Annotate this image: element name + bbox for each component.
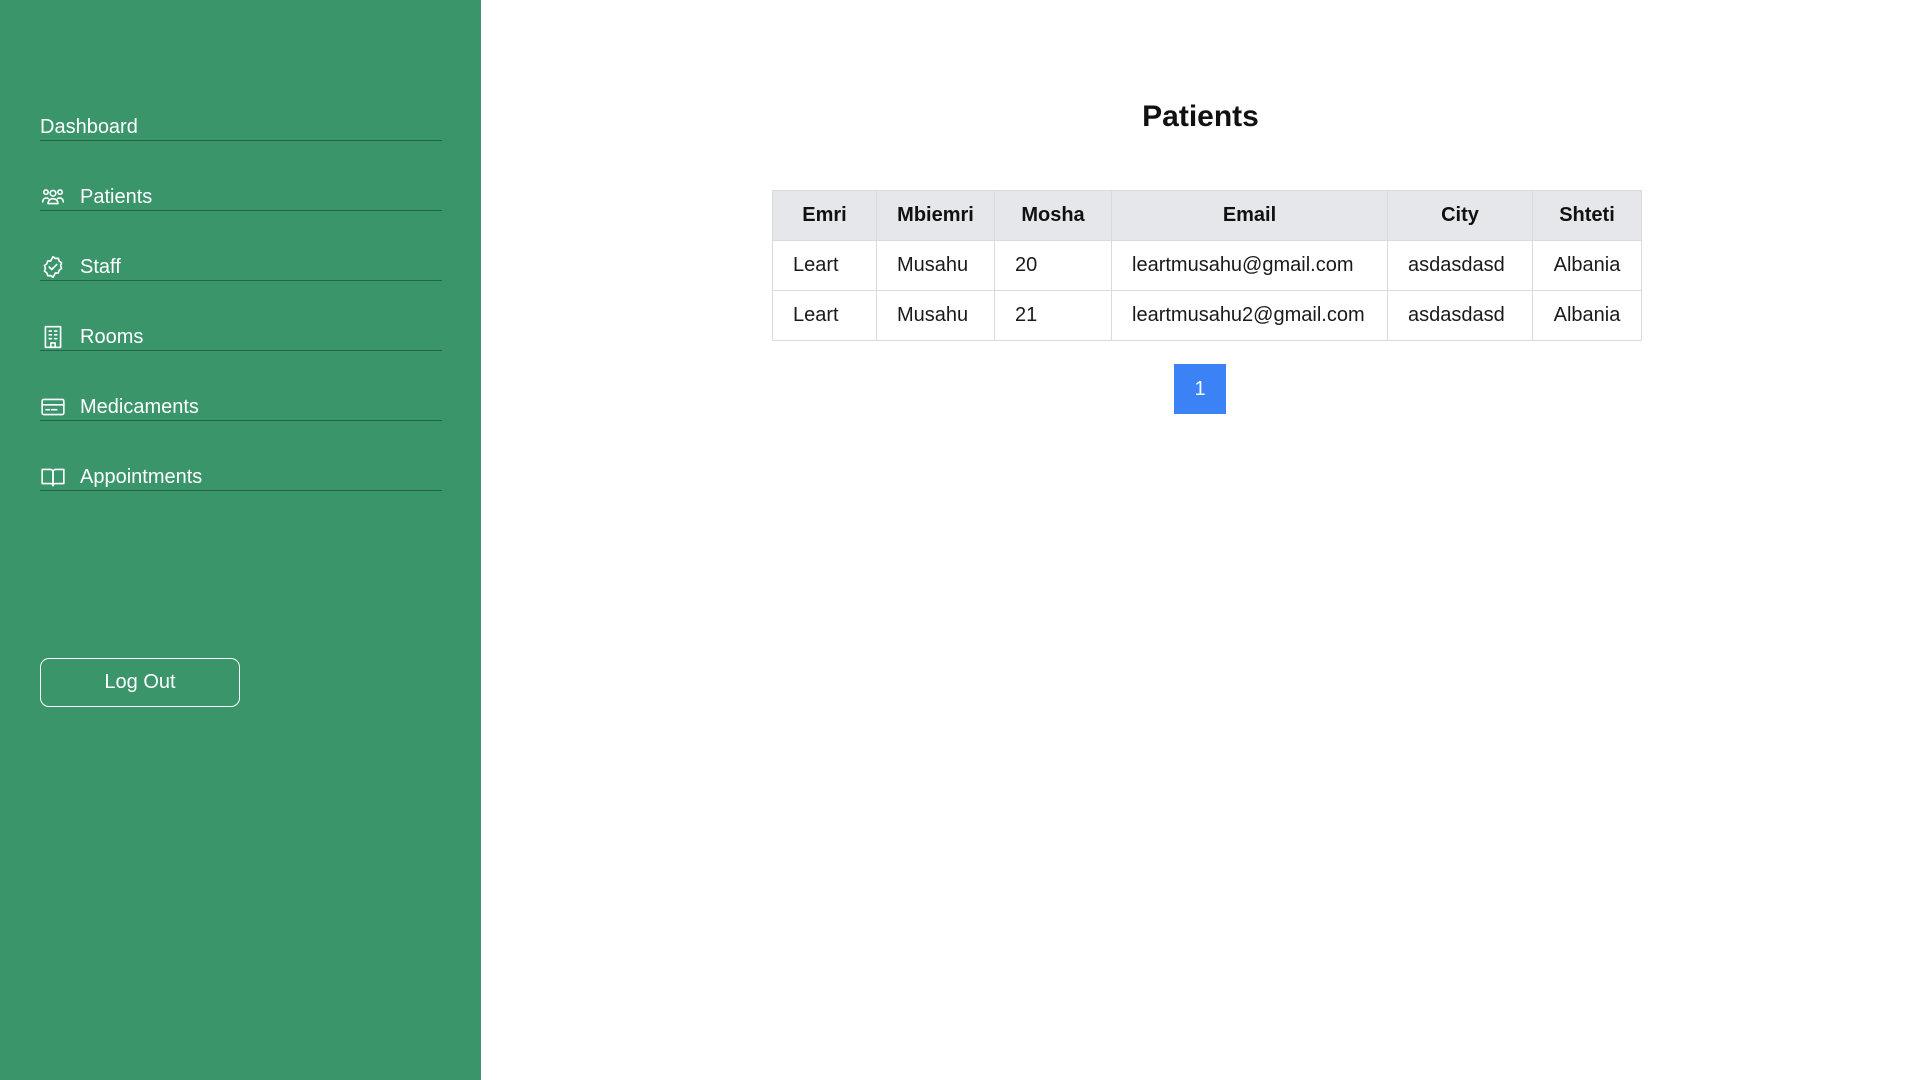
cell-city: asdasdasd xyxy=(1387,240,1533,291)
cell-mbiemri: Musahu xyxy=(876,240,995,291)
cell-shteti: Albania xyxy=(1532,290,1642,341)
nav-divider xyxy=(40,280,442,281)
cell-mosha: 20 xyxy=(994,240,1112,291)
app-root: Dashboard Patients Staff Rooms Medicamen… xyxy=(0,0,1920,1080)
nav-divider xyxy=(40,210,442,211)
cell-emri: Leart xyxy=(772,290,877,341)
table-row: Leart Musahu 20 leartmusahu@gmail.com as… xyxy=(772,240,1642,291)
sidebar-item-medicaments[interactable]: Medicaments xyxy=(40,380,442,450)
users-icon xyxy=(40,184,66,210)
nav-divider xyxy=(40,490,442,491)
badge-check-icon xyxy=(40,254,66,280)
nav-divider xyxy=(40,350,442,351)
book-icon xyxy=(40,464,66,490)
cell-emri: Leart xyxy=(772,240,877,291)
card-icon xyxy=(40,394,66,420)
sidebar: Dashboard Patients Staff Rooms Medicamen… xyxy=(0,0,481,1080)
building-icon xyxy=(40,324,66,350)
sidebar-nav: Dashboard Patients Staff Rooms Medicamen… xyxy=(40,100,442,520)
table-row: Leart Musahu 21 leartmusahu2@gmail.com a… xyxy=(772,290,1642,341)
patients-table: Emri Mbiemri Mosha Email City Shteti Lea… xyxy=(772,190,1642,341)
column-header-email: Email xyxy=(1111,190,1388,241)
cell-email: leartmusahu2@gmail.com xyxy=(1111,290,1388,341)
cell-mbiemri: Musahu xyxy=(876,290,995,341)
sidebar-item-patients[interactable]: Patients xyxy=(40,170,442,240)
table-header-row: Emri Mbiemri Mosha Email City Shteti xyxy=(772,190,1642,241)
sidebar-item-label: Medicaments xyxy=(80,395,199,418)
sidebar-item-appointments[interactable]: Appointments xyxy=(40,450,442,520)
sidebar-item-dashboard[interactable]: Dashboard xyxy=(40,100,442,170)
sidebar-item-label: Patients xyxy=(80,185,153,208)
sidebar-item-label: Staff xyxy=(80,255,121,278)
cell-email: leartmusahu@gmail.com xyxy=(1111,240,1388,291)
sidebar-item-label: Appointments xyxy=(80,465,203,488)
sidebar-item-rooms[interactable]: Rooms xyxy=(40,310,442,380)
nav-divider xyxy=(40,420,442,421)
sidebar-item-label: Rooms xyxy=(80,325,144,348)
sidebar-item-label: Dashboard xyxy=(40,115,138,138)
column-header-mbiemri: Mbiemri xyxy=(876,190,995,241)
column-header-city: City xyxy=(1387,190,1533,241)
column-header-emri: Emri xyxy=(772,190,877,241)
page-title: Patients xyxy=(1142,100,1259,133)
cell-shteti: Albania xyxy=(1532,240,1642,291)
nav-divider xyxy=(40,140,442,141)
cell-city: asdasdasd xyxy=(1387,290,1533,341)
logout-button[interactable]: Log Out xyxy=(40,658,240,707)
column-header-shteti: Shteti xyxy=(1532,190,1642,241)
sidebar-item-staff[interactable]: Staff xyxy=(40,240,442,310)
column-header-mosha: Mosha xyxy=(994,190,1112,241)
main-content: Patients Emri Mbiemri Mosha Email City S… xyxy=(481,0,1920,1080)
cell-mosha: 21 xyxy=(994,290,1112,341)
pagination-page-button[interactable]: 1 xyxy=(1174,364,1226,414)
